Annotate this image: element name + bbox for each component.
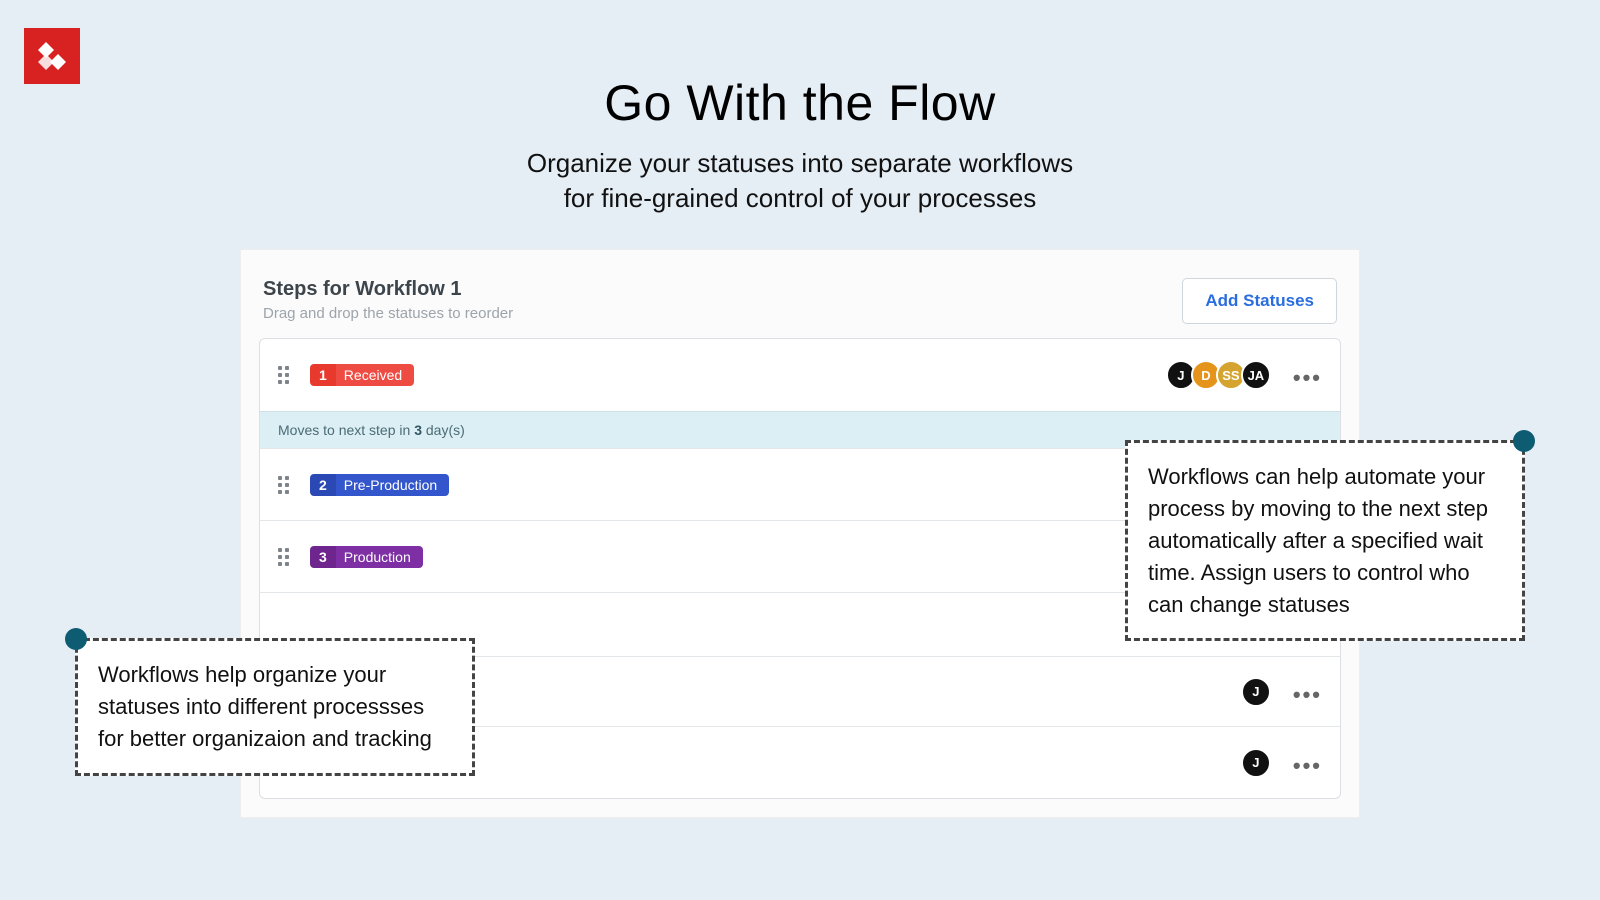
more-icon[interactable]: •••	[1293, 372, 1322, 378]
status-pill: 3 Production	[310, 546, 423, 568]
status-row[interactable]: 1 Received J D SS JA •••	[260, 339, 1340, 411]
callout-dot-icon	[1513, 430, 1535, 452]
avatar[interactable]: J	[1241, 748, 1271, 778]
more-icon[interactable]: •••	[1293, 689, 1322, 695]
drag-handle-icon[interactable]	[278, 548, 294, 566]
callout-left: Workflows help organize your statuses in…	[75, 638, 475, 776]
avatar[interactable]: JA	[1241, 360, 1271, 390]
add-statuses-button[interactable]: Add Statuses	[1182, 278, 1337, 324]
drag-handle-icon[interactable]	[278, 476, 294, 494]
panel-title: Steps for Workflow 1	[263, 278, 513, 301]
callout-dot-icon	[65, 628, 87, 650]
callout-right: Workflows can help automate your process…	[1125, 440, 1525, 641]
avatar[interactable]: J	[1241, 677, 1271, 707]
drag-handle-icon[interactable]	[278, 366, 294, 384]
assignee-avatars[interactable]: J D SS JA	[1166, 360, 1271, 390]
logo-icon	[32, 36, 72, 76]
panel-subtitle: Drag and drop the statuses to reorder	[263, 305, 513, 322]
status-pill: 1 Received	[310, 364, 414, 386]
hero-title: Go With the Flow	[0, 74, 1600, 132]
status-pill: 2 Pre-Production	[310, 474, 449, 496]
hero-subtitle: Organize your statuses into separate wor…	[0, 146, 1600, 216]
app-logo	[24, 28, 80, 84]
more-icon[interactable]: •••	[1293, 760, 1322, 766]
